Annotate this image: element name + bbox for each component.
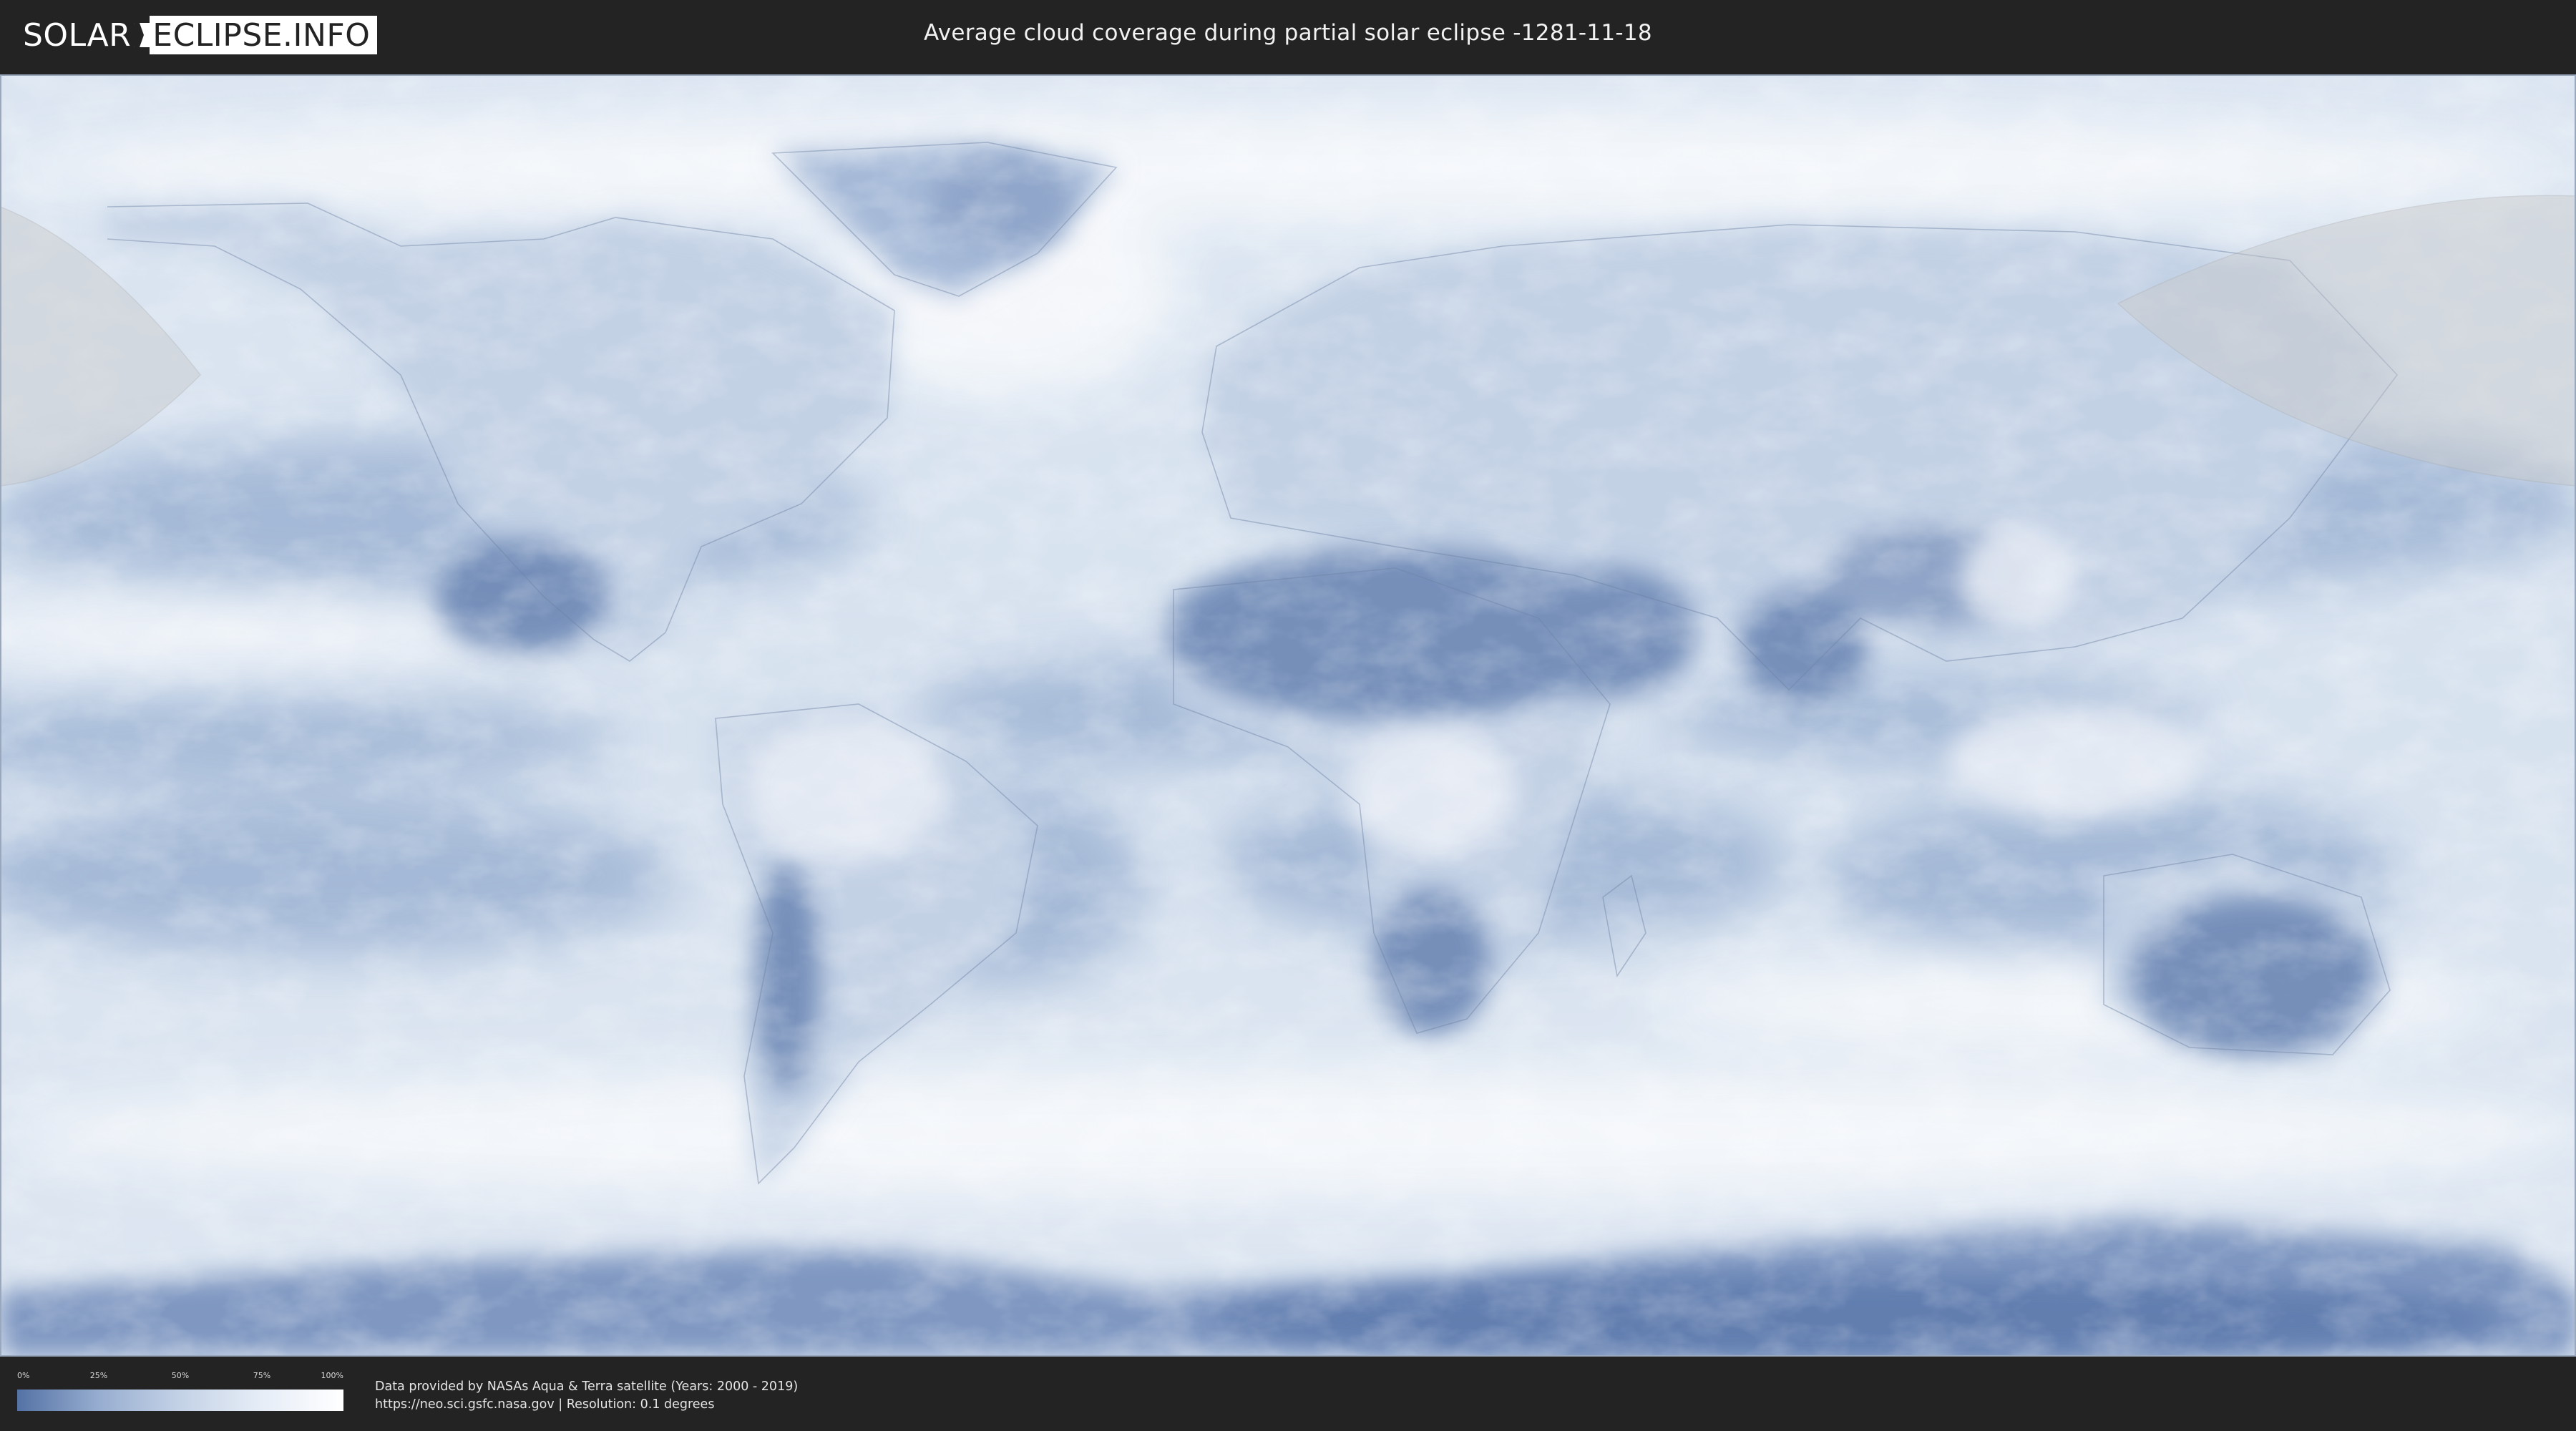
header-bar: SOLAR ECLIPSE.INFO Average cloud coverag… [0,0,2576,72]
legend-tick-0: 0% [17,1371,30,1380]
page-title: Average cloud coverage during partial so… [924,20,1652,46]
cloud-coverage-legend: 0% 25% 50% 75% 100% [17,1371,343,1414]
legend-tick-100: 100% [321,1371,343,1380]
credit-line-url[interactable]: https://neo.sci.gsfc.nasa.gov | Resoluti… [375,1396,798,1414]
legend-tick-50: 50% [171,1371,190,1380]
legend-color-bar [17,1390,343,1411]
legend-tick-75: 75% [253,1371,271,1380]
credit-line-source: Data provided by NASAs Aqua & Terra sate… [375,1379,799,1394]
footer-bar: 0% 25% 50% 75% 100% Data provided by NAS… [0,1357,2576,1431]
data-credits: Data provided by NASAs Aqua & Terra sate… [375,1378,798,1414]
cloud-texture [0,74,2576,1357]
legend-tick-25: 25% [89,1371,108,1380]
cloud-coverage-map[interactable] [0,74,2576,1357]
